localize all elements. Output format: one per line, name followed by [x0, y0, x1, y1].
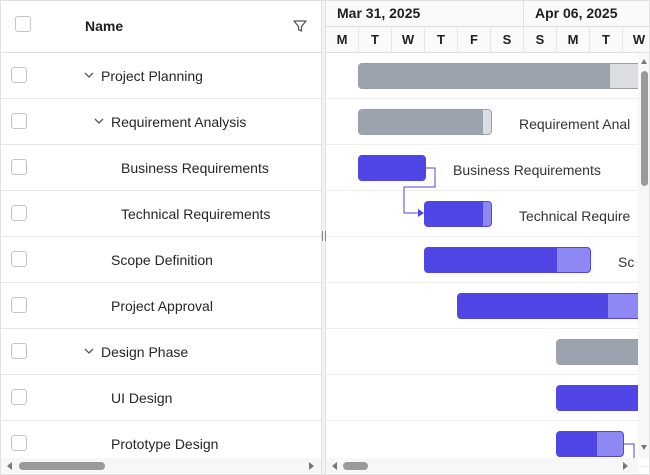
grid-horizontal-scrollbar[interactable] — [1, 458, 321, 473]
grid-header: Name — [1, 1, 321, 53]
row-checkbox[interactable] — [11, 113, 27, 129]
select-all-checkbox[interactable] — [15, 16, 31, 32]
chart-pane: Mar 31, 2025 Apr 06, 2025 M T W T F S S … — [326, 1, 649, 474]
scroll-right-arrow-icon[interactable] — [309, 462, 314, 470]
chevron-down-icon[interactable] — [93, 115, 105, 127]
task-name: Prototype Design — [111, 436, 219, 452]
row-checkbox[interactable] — [11, 343, 27, 359]
task-grid: Name Project Planning Requirement Analys… — [1, 1, 321, 474]
task-name: Scope Definition — [111, 252, 213, 268]
week-separator — [523, 1, 524, 27]
task-name: Requirement Analysis — [111, 114, 247, 130]
chart-vertical-scrollbar[interactable] — [638, 53, 649, 458]
day-label: F — [458, 27, 491, 53]
table-row[interactable]: Project Approval — [1, 283, 321, 329]
scroll-down-arrow-icon[interactable] — [641, 445, 647, 450]
table-row[interactable]: Scope Definition — [1, 237, 321, 283]
scroll-left-arrow-icon[interactable] — [332, 462, 337, 470]
task-bar-technical-requirements[interactable] — [424, 201, 492, 227]
table-row[interactable]: UI Design — [1, 375, 321, 421]
task-bar-label: Requirement Anal — [519, 116, 631, 132]
row-checkbox[interactable] — [11, 297, 27, 313]
table-row[interactable]: Requirement Analysis — [1, 99, 321, 145]
timeline-days: M T W T F S S M T W — [326, 27, 649, 53]
task-bar-scope-definition[interactable] — [424, 247, 591, 273]
week-label: Mar 31, 2025 — [337, 5, 421, 21]
task-name: Project Planning — [101, 68, 203, 84]
row-checkbox[interactable] — [11, 159, 27, 175]
name-column-header[interactable]: Name — [85, 18, 123, 34]
progress-fill — [557, 340, 649, 364]
task-bar-business-requirements[interactable] — [358, 155, 426, 181]
row-checkbox[interactable] — [11, 67, 27, 83]
day-label: T — [590, 27, 623, 53]
scroll-left-arrow-icon[interactable] — [7, 462, 12, 470]
timeline-weeks: Mar 31, 2025 Apr 06, 2025 — [326, 1, 649, 27]
task-bar-requirement-analysis[interactable] — [358, 109, 492, 135]
task-name: Project Approval — [111, 298, 213, 314]
day-label: T — [425, 27, 458, 53]
task-bar-ui-design[interactable] — [556, 385, 649, 411]
row-checkbox[interactable] — [11, 389, 27, 405]
row-checkbox[interactable] — [11, 205, 27, 221]
scroll-thumb[interactable] — [641, 71, 648, 186]
row-checkbox[interactable] — [11, 251, 27, 267]
task-bar-label: Business Requirements — [453, 162, 601, 178]
scroll-up-arrow-icon[interactable] — [641, 59, 647, 64]
scroll-thumb[interactable] — [343, 462, 368, 470]
progress-fill — [425, 248, 557, 272]
task-bar-label: Technical Require — [519, 208, 631, 224]
chevron-down-icon[interactable] — [83, 69, 95, 81]
task-bar-project-planning[interactable] — [358, 63, 648, 89]
progress-fill — [458, 294, 608, 318]
task-name: Design Phase — [101, 344, 189, 360]
task-name: UI Design — [111, 390, 173, 406]
progress-fill — [557, 386, 649, 410]
row-checkbox[interactable] — [11, 435, 27, 451]
progress-fill — [359, 110, 484, 134]
progress-fill — [425, 202, 484, 226]
task-bar-design-phase[interactable] — [556, 339, 649, 365]
day-label: M — [326, 27, 359, 53]
task-name: Business Requirements — [121, 160, 269, 176]
gantt-chart: Name Project Planning Requirement Analys… — [0, 0, 650, 475]
day-label: T — [359, 27, 392, 53]
week-label: Apr 06, 2025 — [535, 5, 618, 21]
chevron-down-icon[interactable] — [83, 345, 95, 357]
table-row[interactable]: Business Requirements — [1, 145, 321, 191]
task-name: Technical Requirements — [121, 206, 271, 222]
table-row[interactable]: Design Phase — [1, 329, 321, 375]
progress-fill — [359, 156, 425, 180]
table-row[interactable]: Project Planning — [1, 53, 321, 99]
progress-fill — [557, 432, 597, 456]
day-label: S — [491, 27, 524, 53]
task-bar-label: Sc — [618, 254, 635, 270]
table-row[interactable]: Technical Requirements — [1, 191, 321, 237]
filter-icon[interactable] — [292, 18, 308, 34]
day-label: W — [392, 27, 425, 53]
day-label: S — [524, 27, 557, 53]
task-bar-prototype-design[interactable] — [556, 431, 624, 457]
day-label: W — [623, 27, 649, 53]
scroll-thumb[interactable] — [19, 462, 105, 470]
scroll-right-arrow-icon[interactable] — [623, 462, 628, 470]
day-label: M — [557, 27, 590, 53]
chart-horizontal-scrollbar[interactable] — [326, 458, 638, 473]
task-bar-project-approval[interactable] — [457, 293, 649, 319]
progress-fill — [359, 64, 610, 88]
